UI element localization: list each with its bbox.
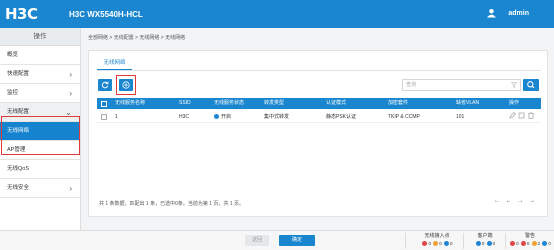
cell-status: 开启: [214, 111, 231, 123]
online-icon: [444, 241, 450, 246]
status-text: 开启: [221, 114, 232, 120]
search-placeholder: 查询: [406, 82, 417, 88]
sidebar-item-label: 快速配置: [7, 71, 30, 77]
top-bar: H3C H3C WX5540H-HCL admin: [0, 0, 554, 28]
pagination-info: 共 1 条数据，匹配出 1 条，已选中0条。当前为第 1 页，共 1 页。: [99, 201, 245, 207]
tab-divider: [97, 70, 541, 71]
main-panel: 无线网络 查询 无线服务名称 SSID 无线服务状态 转发类型 认证模式 加密套…: [88, 50, 548, 217]
client-icon: [486, 241, 492, 246]
table-header: 无线服务名称 SSID 无线服务状态 转发类型 认证模式 加密套件 缺省VLAN…: [97, 98, 541, 109]
back-button[interactable]: 返回: [245, 235, 269, 246]
copy-icon: [518, 112, 525, 119]
refresh-icon: [101, 81, 109, 89]
edit-icon: [509, 111, 517, 119]
stat-label: 客户端: [477, 233, 493, 239]
stat-label: 无线接入点: [424, 233, 450, 239]
cell-vlan: 101: [456, 114, 465, 120]
search-input[interactable]: 查询: [402, 79, 521, 91]
breadcrumb: 全部网络 > 无线配置 > 无线网络 > 无线网络: [88, 35, 186, 41]
divider: [505, 233, 506, 249]
info-icon: [542, 241, 548, 246]
sidebar: 操作 概览 快速配置 › 监控 › 无线配置 ⌄ 无线网络 AP管理 无线QoS 无线…: [0, 28, 81, 230]
sidebar-item-label: 监控: [7, 90, 19, 96]
sidebar-item-label: 无线安全: [7, 185, 30, 191]
cell-cipher: TKIP & CCMP: [388, 114, 420, 120]
pagination-nav[interactable]: ← ← → →: [494, 198, 537, 204]
highlight-box: [1, 116, 80, 155]
sidebar-item-overview[interactable]: 概览: [0, 46, 80, 65]
sidebar-item-monitor[interactable]: 监控 ›: [0, 84, 80, 103]
h3c-logo: H3C: [5, 5, 38, 23]
sidebar-item-wireless-qos[interactable]: 无线QoS: [0, 160, 80, 179]
chevron-right-icon: ›: [69, 184, 72, 193]
column-header[interactable]: 无线服务状态: [214, 98, 244, 109]
client-icon: [475, 241, 481, 246]
user-name[interactable]: admin: [508, 10, 529, 17]
table-row[interactable]: 1 H3C 开启 集中式转发 静态PSK认证 TKIP & CCMP 101: [97, 111, 541, 123]
alarm-stats[interactable]: 警告 0 0 2 0: [507, 232, 553, 246]
major-icon: [520, 241, 526, 246]
cell-forward: 集中式转发: [264, 114, 290, 120]
column-header[interactable]: 缺省VLAN: [456, 98, 479, 109]
cell-ssid: H3C: [179, 114, 190, 120]
tab-wireless-network[interactable]: 无线网络: [97, 57, 132, 70]
device-name: H3C WX5540H-HCL: [69, 10, 143, 19]
sidebar-item-label: 无线QoS: [7, 166, 30, 172]
search-button[interactable]: [523, 79, 539, 91]
sidebar-item-quick-config[interactable]: 快速配置 ›: [0, 65, 80, 84]
column-header[interactable]: 转发类型: [264, 98, 284, 109]
chevron-right-icon: ›: [69, 89, 72, 98]
divider: [463, 233, 464, 249]
select-all-checkbox[interactable]: [101, 101, 107, 107]
filter-icon: [511, 82, 517, 88]
stat-label: 警告: [524, 233, 535, 239]
refresh-button[interactable]: [98, 79, 112, 91]
row-action-icons: [509, 111, 534, 119]
client-stats[interactable]: 客户端 0 0: [466, 232, 504, 246]
sidebar-item-label: 概览: [7, 52, 19, 58]
chevron-right-icon: ›: [69, 70, 72, 79]
row-checkbox[interactable]: [101, 114, 107, 120]
column-header[interactable]: 加密套件: [388, 98, 408, 109]
confirm-button[interactable]: 确定: [279, 235, 315, 246]
cell-auth: 静态PSK认证: [326, 114, 357, 120]
footer-bar: 返回 确定 无线接入点 0 0 0 客户端 0 0 警告 0 0 2 0: [0, 230, 554, 250]
sidebar-item-label: 无线配置: [7, 109, 30, 115]
column-header[interactable]: SSID: [179, 98, 191, 109]
cell-actions: [509, 111, 536, 123]
warning-icon: [433, 241, 439, 246]
offline-icon: [422, 241, 428, 246]
column-header[interactable]: 认证模式: [326, 98, 346, 109]
cell-name: 1: [115, 114, 118, 120]
highlight-box: [116, 75, 136, 95]
critical-icon: [510, 241, 516, 246]
divider: [405, 233, 406, 249]
column-header: 操作: [509, 100, 520, 106]
status-on-icon: [214, 114, 219, 119]
user-icon: [487, 8, 496, 18]
minor-icon: [531, 241, 537, 246]
column-header[interactable]: 无线服务名称: [115, 98, 145, 109]
search-icon: [527, 81, 535, 89]
delete-icon: [528, 112, 534, 119]
wireless-ap-stats[interactable]: 无线接入点 0 0 0: [412, 232, 462, 246]
sidebar-item-wireless-security[interactable]: 无线安全 ›: [0, 179, 80, 198]
sidebar-title: 操作: [0, 28, 80, 46]
